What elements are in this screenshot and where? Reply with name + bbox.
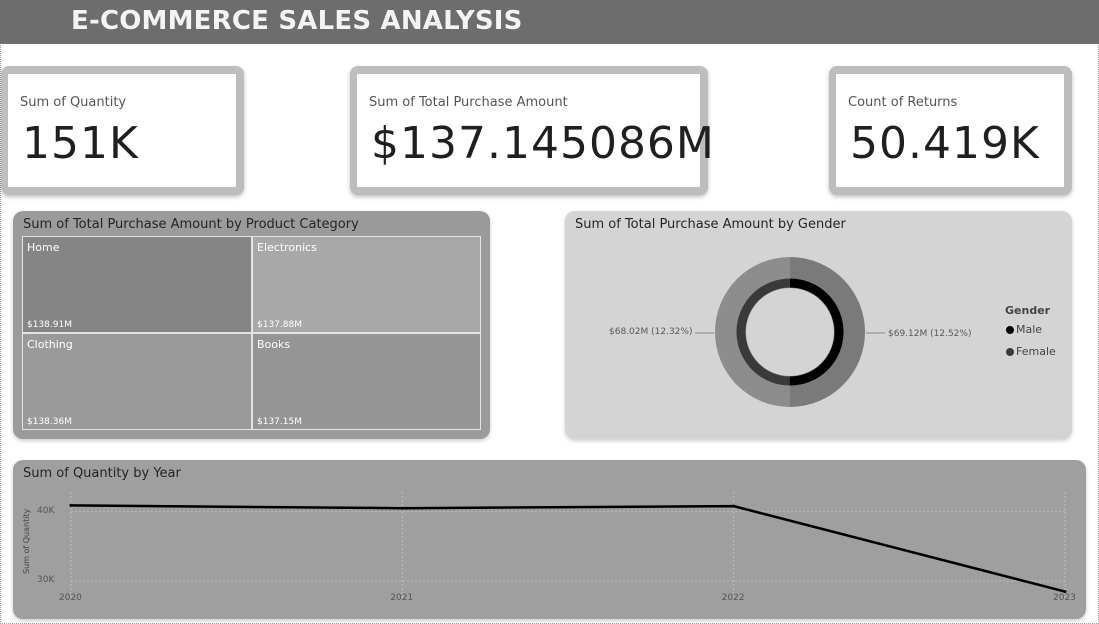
kpi-card-returns[interactable]: Count of Returns 50.419K (829, 66, 1072, 195)
kpi-label: Sum of Total Purchase Amount (369, 95, 568, 110)
donut-chart (695, 257, 885, 407)
page-title: E-COMMERCE SALES ANALYSIS (71, 6, 523, 36)
legend-label: Male (1016, 323, 1043, 336)
treemap-tile-electronics[interactable]: Electronics $137.88M (252, 236, 481, 333)
tile-label: Books (257, 338, 291, 351)
treemap-tile-home[interactable]: Home $138.91M (22, 236, 252, 333)
y-tick-label: 40K (37, 505, 55, 516)
line-point[interactable] (69, 503, 73, 507)
legend-dot-male (1006, 326, 1014, 334)
treemap-tile-clothing[interactable]: Clothing $138.36M (22, 333, 252, 430)
line-series[interactable] (70, 504, 1066, 593)
kpi-card-body: Sum of Quantity 151K (8, 74, 236, 187)
treemap-tile-books[interactable]: Books $137.15M (252, 333, 481, 430)
kpi-value: $137.145086M (371, 118, 715, 169)
tile-label: Clothing (27, 338, 73, 351)
x-tick-label: 2021 (390, 593, 414, 603)
tile-value: $137.88M (257, 320, 302, 330)
tile-value: $138.36M (27, 417, 72, 427)
legend-dot-female (1006, 348, 1014, 356)
line-point[interactable] (400, 506, 404, 510)
data-label-female: $68.02M (12.32%) (609, 327, 693, 337)
legend-label: Female (1016, 345, 1056, 358)
x-tick-label: 2022 (721, 593, 745, 603)
treemap-panel[interactable]: Sum of Total Purchase Amount by Product … (13, 211, 490, 439)
donut-panel[interactable]: Sum of Total Purchase Amount by Gender $… (565, 211, 1072, 439)
x-tick-label: 2020 (59, 593, 82, 603)
kpi-card-body: Count of Returns 50.419K (836, 74, 1064, 187)
x-tick-label: 2023 (1053, 593, 1076, 603)
tile-label: Electronics (257, 241, 317, 254)
data-label-male: $69.12M (12.52%) (888, 329, 972, 339)
donut-hole (746, 288, 834, 376)
kpi-card-purchase-amount[interactable]: Sum of Total Purchase Amount $137.145086… (350, 66, 714, 195)
tile-value: $137.15M (257, 417, 302, 427)
kpi-value: 151K (22, 118, 139, 169)
kpi-value: 50.419K (850, 118, 1040, 169)
treemap-title: Sum of Total Purchase Amount by Product … (23, 217, 359, 232)
tile-value: $138.91M (27, 320, 72, 330)
kpi-label: Sum of Quantity (20, 95, 127, 110)
kpi-card-quantity[interactable]: Sum of Quantity 151K (1, 66, 244, 195)
legend-item-female[interactable]: Female (1006, 345, 1056, 358)
legend-title: Gender (1005, 304, 1051, 317)
tile-label: Home (27, 241, 60, 254)
line-panel[interactable]: Sum of Quantity by Year Sum of Quantity … (13, 460, 1086, 619)
title-bar: E-COMMERCE SALES ANALYSIS (0, 0, 1099, 44)
y-tick-label: 30K (37, 575, 55, 586)
legend-item-male[interactable]: Male (1006, 323, 1042, 336)
line-chart (69, 492, 1067, 598)
line-point[interactable] (732, 504, 736, 508)
kpi-card-body: Sum of Total Purchase Amount $137.145086… (357, 74, 714, 187)
kpi-label: Count of Returns (848, 95, 958, 110)
